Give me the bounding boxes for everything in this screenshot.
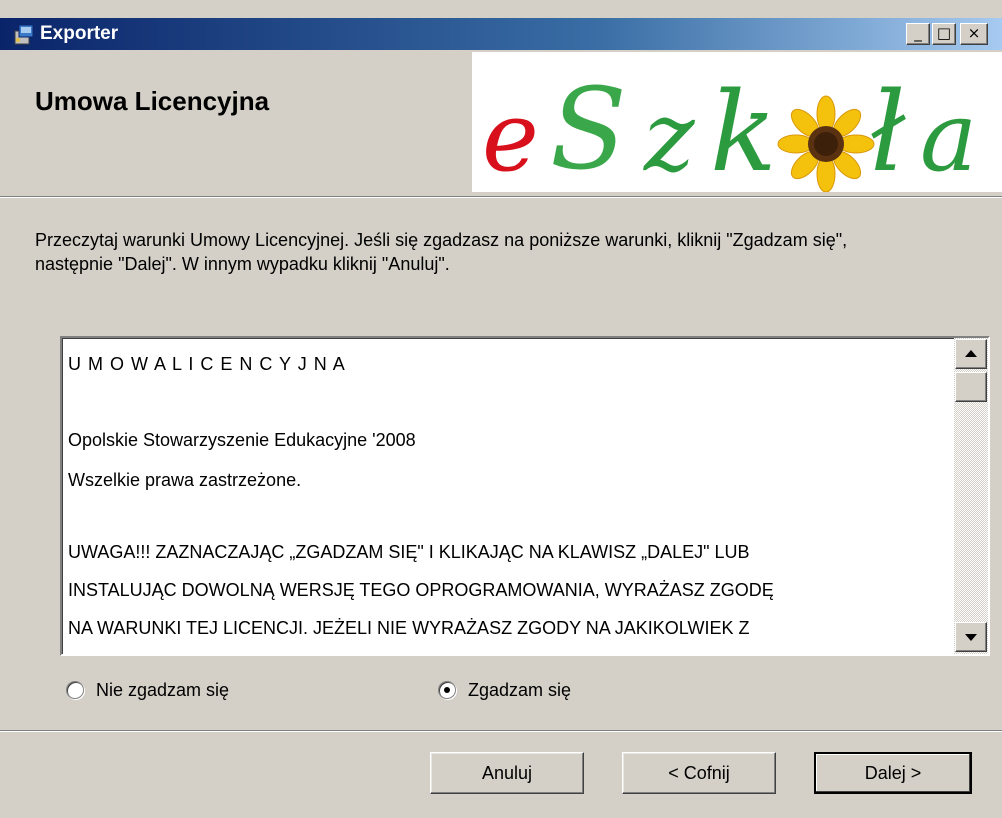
window-title: Exporter: [40, 23, 119, 44]
vertical-scrollbar[interactable]: [954, 338, 988, 654]
svg-text:a: a: [920, 81, 977, 192]
wizard-header: Umowa Licencyjna e S z k ł a: [0, 50, 1002, 194]
svg-text:k: k: [710, 68, 777, 192]
maximize-button[interactable]: □: [932, 23, 956, 45]
license-heading: U M O W A L I C E N C Y J N A: [68, 354, 346, 374]
accept-radio-label: Zgadzam się: [468, 679, 572, 700]
radio-unchecked-icon[interactable]: [66, 681, 84, 699]
cancel-button[interactable]: Anuluj: [430, 752, 584, 794]
header-divider: [0, 196, 1002, 198]
arrow-up-icon: [965, 350, 977, 357]
page-title: Umowa Licencyjna: [35, 86, 270, 116]
decline-radio[interactable]: Nie zgadzam się: [66, 678, 229, 702]
eszkola-logo: e S z k ł a: [472, 52, 1002, 192]
decline-radio-label: Nie zgadzam się: [96, 679, 230, 700]
license-text-area[interactable]: U M O W A L I C E N C Y J N A Opolskie S…: [60, 336, 990, 656]
license-line: INSTALUJĄC DOWOLNĄ WERSJĘ TEGO OPROGRAMO…: [68, 580, 774, 600]
svg-text:e: e: [482, 81, 539, 192]
license-line: Wszelkie prawa zastrzeżone.: [68, 470, 302, 490]
title-bar[interactable]: Exporter _ □ ×: [0, 18, 1002, 50]
arrow-down-icon: [965, 634, 977, 641]
license-line: UWAGA!!! ZAZNACZAJĄC „ZGADZAM SIĘ" I KLI…: [68, 542, 750, 562]
installer-app-icon: [14, 24, 34, 45]
svg-text:z: z: [643, 81, 696, 192]
instruction-line-2: następnie "Dalej". W innym wypadku klikn…: [35, 254, 450, 274]
license-line: NA WARUNKI TEJ LICENCJI. JEŻELI NIE WYRA…: [68, 618, 750, 638]
radio-checked-icon[interactable]: [438, 681, 456, 699]
svg-text:ł: ł: [870, 68, 906, 192]
accept-radio[interactable]: Zgadzam się: [438, 678, 571, 702]
minimize-button[interactable]: _: [906, 23, 930, 45]
license-line: Opolskie Stowarzyszenie Edukacyjne '2008: [68, 430, 416, 450]
instruction-text: Przeczytaj warunki Umowy Licencyjnej. Je…: [35, 228, 995, 276]
scroll-down-button[interactable]: [955, 622, 987, 652]
footer-divider: [0, 730, 1002, 732]
close-button[interactable]: ×: [960, 23, 988, 45]
scroll-up-button[interactable]: [955, 339, 987, 369]
svg-text:S: S: [550, 65, 627, 192]
eszkola-logo-graphic: e S z k ł a: [482, 65, 977, 192]
back-button[interactable]: < Cofnij: [622, 752, 776, 794]
scroll-thumb[interactable]: [955, 372, 987, 402]
instruction-line-1: Przeczytaj warunki Umowy Licencyjnej. Je…: [35, 230, 848, 250]
next-button[interactable]: Dalej >: [814, 752, 972, 794]
